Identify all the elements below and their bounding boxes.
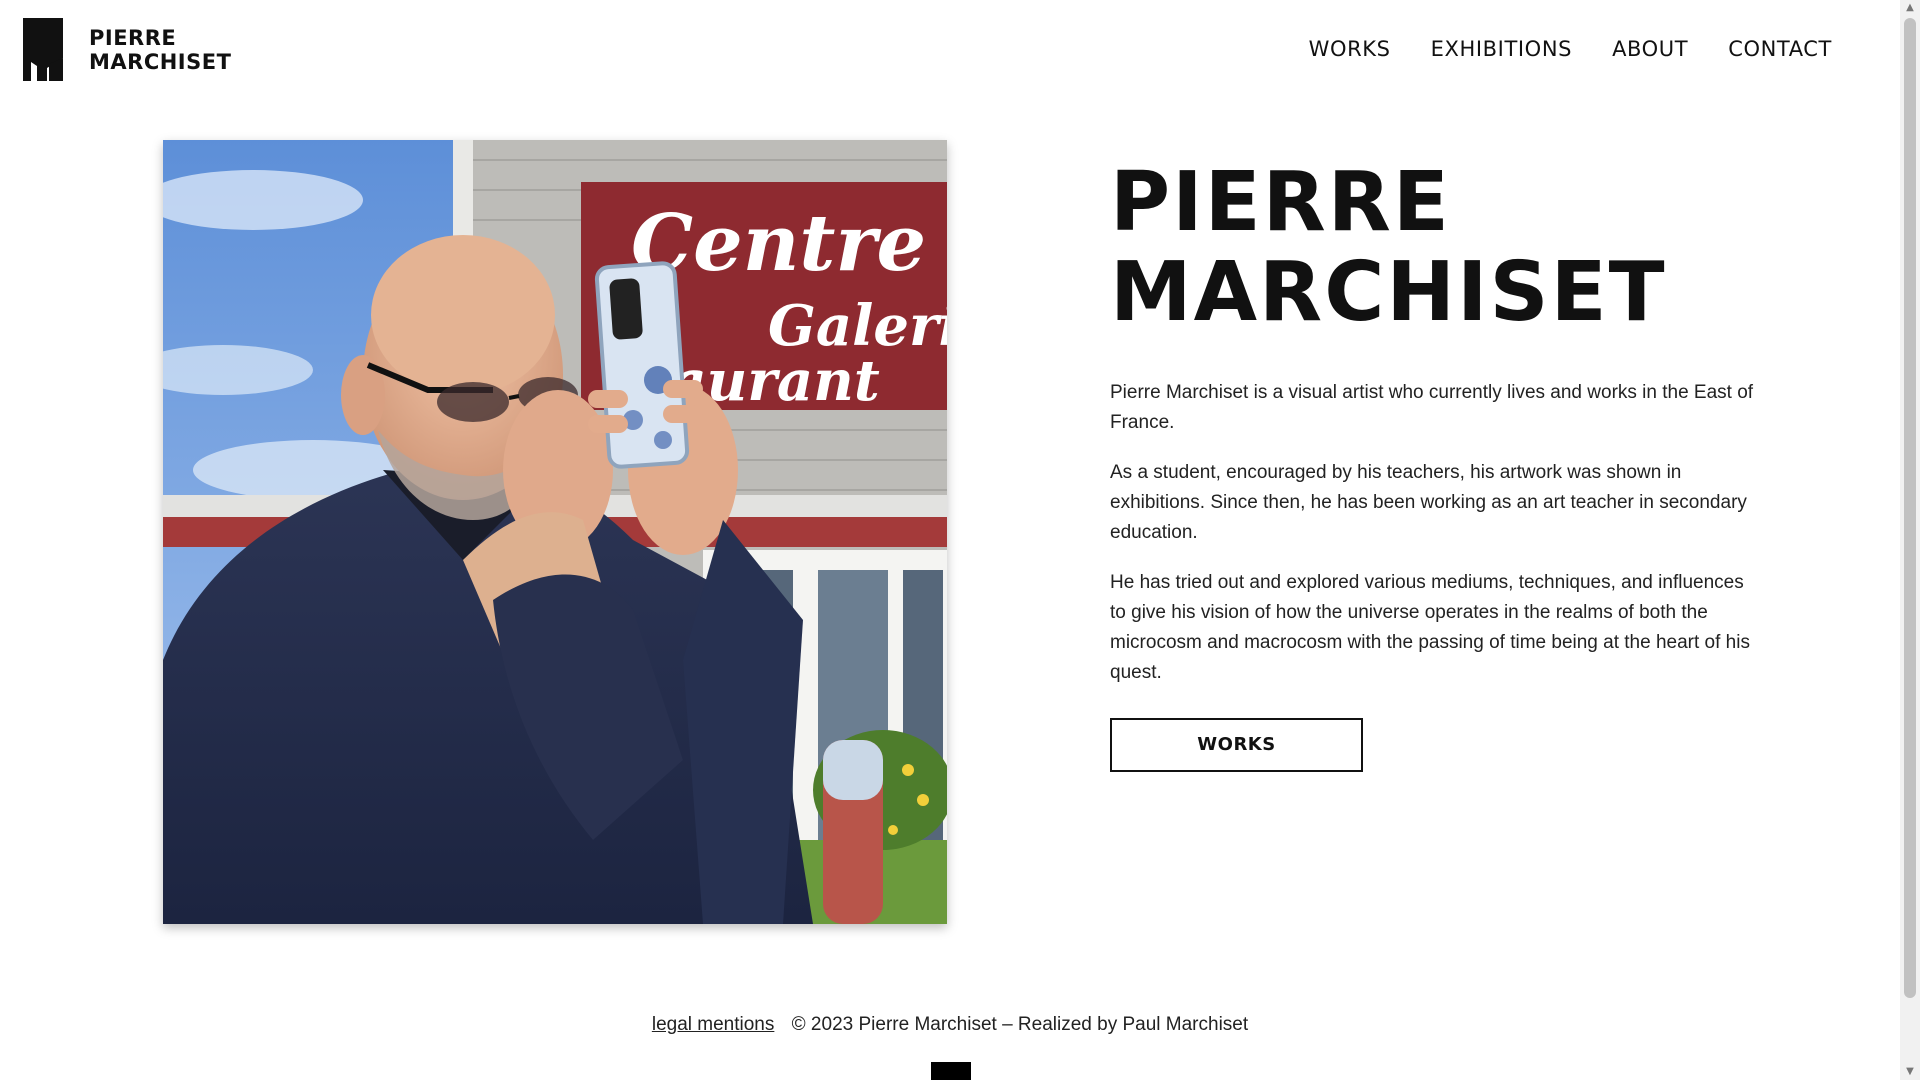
bio-paragraph-3: He has tried out and explored various me… [1110,572,1750,683]
scroll-down-arrow-icon[interactable]: ▼ [1900,1064,1920,1080]
logo-text: PIERRE MARCHISET [89,26,231,74]
portrait-illustration: Centre d'Art Galerie staurant [163,140,947,924]
title-line1: PIERRE [1110,155,1451,250]
legal-mentions-link[interactable]: legal mentions [652,1014,775,1035]
nav-works[interactable]: WORKS [1309,37,1391,61]
bio-paragraph-2: As a student, encouraged by his teachers… [1110,462,1747,543]
logo-home-link[interactable]: PIERRE MARCHISET [23,18,231,81]
main-nav: WORKS EXHIBITIONS ABOUT CONTACT [1309,37,1832,61]
title-line2: MARCHISET [1110,245,1667,340]
page: PIERRE MARCHISET WORKS EXHIBITIONS ABOUT… [0,0,1920,1080]
bio-section: PIERRE MARCHISET Pierre Marchiset is a v… [1110,158,1760,772]
sign-text-line1: Centre d'Art [631,198,947,289]
page-scrollbar[interactable]: ▲ ▼ [1900,0,1920,1080]
logo-mark-icon [23,18,63,81]
artist-portrait-photo: Centre d'Art Galerie staurant [163,140,947,924]
bio-paragraph-1: Pierre Marchiset is a visual artist who … [1110,382,1754,433]
scroll-thumb[interactable] [1904,18,1916,998]
back-to-top-button[interactable] [931,1062,971,1080]
logo-text-line1: PIERRE [89,25,177,50]
page-title: PIERRE MARCHISET [1110,158,1760,338]
copyright-text: © 2023 Pierre Marchiset – Realized by Pa… [791,1014,1249,1035]
nav-contact[interactable]: CONTACT [1728,37,1832,61]
logo-text-line2: MARCHISET [89,49,232,74]
site-footer: legal mentions © 2023 Pierre Marchiset –… [0,1014,1900,1036]
nav-about[interactable]: ABOUT [1612,37,1688,61]
nav-exhibitions[interactable]: EXHIBITIONS [1431,37,1572,61]
scroll-up-arrow-icon[interactable]: ▲ [1900,0,1920,16]
works-button[interactable]: WORKS [1110,718,1363,772]
site-header: PIERRE MARCHISET WORKS EXHIBITIONS ABOUT… [0,0,1900,100]
